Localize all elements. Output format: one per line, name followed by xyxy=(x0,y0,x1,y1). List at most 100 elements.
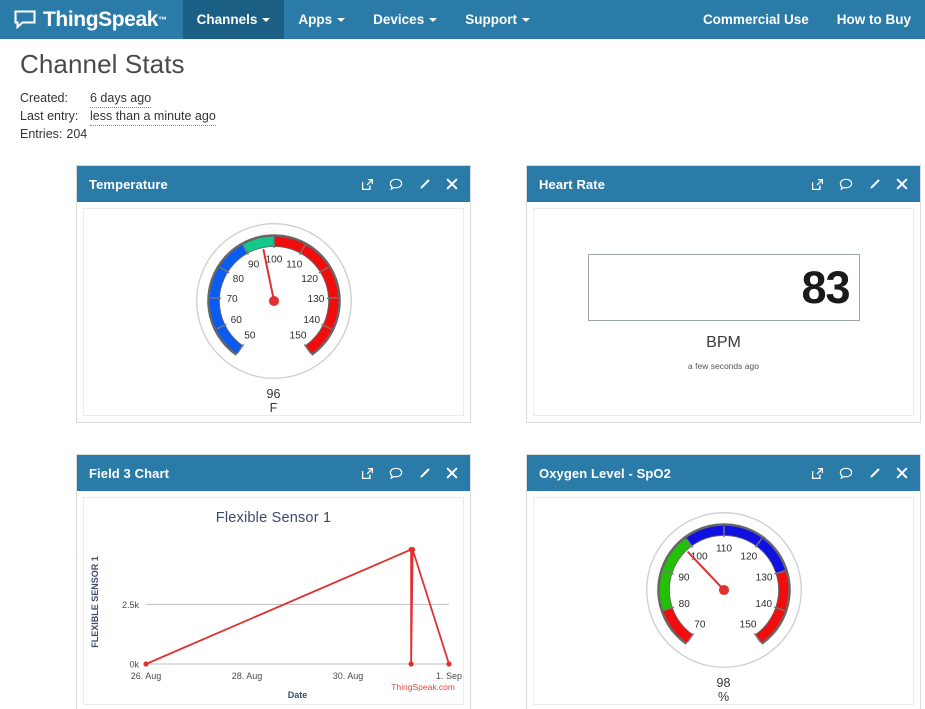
thingspeak-logo[interactable]: ThingSpeak ™ xyxy=(0,0,183,39)
navbar-right-group: Commercial Use How to Buy xyxy=(689,0,925,39)
page-title: Channel Stats xyxy=(20,49,185,79)
nav-item-support[interactable]: Support xyxy=(451,0,544,39)
stat-created: Created: 6 days ago xyxy=(20,90,925,108)
widget-heart-rate: Heart Rate 83 BPM a few seconds ago xyxy=(526,165,921,423)
stat-last-entry: Last entry: less than a minute ago xyxy=(20,108,925,126)
temperature-gauge: 50 60 70 80 90 100 110 120 130 140 150 96 F xyxy=(84,217,463,415)
svg-text:0k: 0k xyxy=(129,660,139,670)
svg-text:140: 140 xyxy=(303,315,320,326)
pencil-edit-icon[interactable] xyxy=(868,467,881,480)
svg-text:70: 70 xyxy=(694,620,706,631)
widget-oxygen-level: Oxygen Level - SpO2 70 80 90 100 110 120 130 14… xyxy=(526,454,921,709)
stat-created-value: 6 days ago xyxy=(90,90,152,108)
nav-item-how-to-buy[interactable]: How to Buy xyxy=(823,0,925,39)
widget-temperature-body: 50 60 70 80 90 100 110 120 130 140 150 96 F xyxy=(83,208,464,416)
external-link-icon[interactable] xyxy=(361,467,374,480)
chart-plot-area: 0k 2.5k 26. Aug 28. Aug 30. Aug 1. Sep Date FLE… xyxy=(90,546,462,700)
brand-trademark: ™ xyxy=(158,14,167,25)
comment-icon[interactable] xyxy=(389,467,403,480)
widget-temperature-title: Temperature xyxy=(89,176,168,192)
nav-label-support: Support xyxy=(465,12,517,27)
svg-text:26. Aug: 26. Aug xyxy=(131,671,162,681)
widget-temperature-header: Temperature xyxy=(77,166,470,202)
widget-field-3-chart-actions xyxy=(361,467,458,480)
close-x-icon[interactable] xyxy=(896,467,908,479)
oxygen-gauge: 70 80 90 100 110 120 130 140 150 98 % xyxy=(534,506,913,704)
nav-item-commercial-use[interactable]: Commercial Use xyxy=(689,0,823,39)
heart-rate-unit: BPM xyxy=(706,333,741,351)
widget-oxygen-level-actions xyxy=(811,467,908,480)
nav-item-channels[interactable]: Channels xyxy=(182,0,285,39)
stat-entries-label: Entries: xyxy=(20,127,63,141)
oxygen-unit: % xyxy=(717,690,730,704)
heart-rate-value: 83 xyxy=(801,261,850,313)
nav-item-devices[interactable]: Devices xyxy=(359,0,451,39)
svg-text:140: 140 xyxy=(755,599,772,610)
svg-text:80: 80 xyxy=(232,274,244,285)
pencil-edit-icon[interactable] xyxy=(418,178,431,191)
pencil-edit-icon[interactable] xyxy=(418,467,431,480)
widget-field-3-chart: Field 3 Chart Flexible Sensor 1 0k 2.5k … xyxy=(76,454,471,709)
svg-text:28. Aug: 28. Aug xyxy=(232,671,263,681)
close-x-icon[interactable] xyxy=(446,178,458,190)
svg-text:130: 130 xyxy=(755,573,772,584)
widget-temperature-actions xyxy=(361,178,458,191)
chevron-down-icon xyxy=(337,17,346,22)
temperature-value: 96 xyxy=(266,387,281,401)
heart-rate-value-box: 83 xyxy=(587,253,860,321)
svg-text:Date: Date xyxy=(288,690,308,700)
heart-rate-timestamp: a few seconds ago xyxy=(688,360,759,371)
page-header: Channel Stats Created: 6 days ago Last e… xyxy=(0,39,925,143)
chart-title: Flexible Sensor 1 xyxy=(215,510,332,526)
widget-heart-rate-header: Heart Rate xyxy=(527,166,920,202)
svg-text:90: 90 xyxy=(248,260,260,271)
widget-field-3-chart-header: Field 3 Chart xyxy=(77,455,470,491)
widget-field-3-chart-title: Field 3 Chart xyxy=(89,465,170,481)
nav-item-apps[interactable]: Apps xyxy=(284,0,359,39)
svg-text:80: 80 xyxy=(678,599,690,610)
svg-text:120: 120 xyxy=(740,551,757,562)
temperature-gauge-readout: 96 F xyxy=(267,387,281,415)
chevron-down-icon xyxy=(429,17,438,22)
comment-icon[interactable] xyxy=(839,178,853,191)
channel-stats-list: Created: 6 days ago Last entry: less tha… xyxy=(20,90,925,143)
pencil-edit-icon[interactable] xyxy=(868,178,881,191)
widget-heart-rate-title: Heart Rate xyxy=(539,176,606,192)
external-link-icon[interactable] xyxy=(811,467,824,480)
svg-text:150: 150 xyxy=(739,620,756,631)
stat-last-entry-label: Last entry: xyxy=(20,109,79,123)
top-navbar: ThingSpeak ™ Channels Apps Devices Suppor… xyxy=(0,0,925,39)
comment-icon[interactable] xyxy=(839,467,853,480)
chevron-down-icon xyxy=(521,17,530,22)
external-link-icon[interactable] xyxy=(361,178,374,191)
widget-heart-rate-body: 83 BPM a few seconds ago xyxy=(533,208,914,416)
stat-entries: Entries: 204 xyxy=(20,126,925,143)
svg-text:1. Sep: 1. Sep xyxy=(436,671,462,681)
close-x-icon[interactable] xyxy=(896,178,908,190)
widget-heart-rate-actions xyxy=(811,178,908,191)
temperature-gauge-dial: 5060 70 80 90 100 110 120 130 140 150 xyxy=(195,223,352,379)
comment-icon[interactable] xyxy=(389,178,403,191)
chat-bubble-icon xyxy=(14,10,36,29)
stat-last-entry-value: less than a minute ago xyxy=(90,108,216,126)
svg-text:150: 150 xyxy=(289,331,306,342)
svg-text:FLEXIBLE SENSOR 1: FLEXIBLE SENSOR 1 xyxy=(90,556,100,648)
chart-watermark: ThingSpeak.com xyxy=(391,682,455,692)
widget-temperature: Temperature 50 60 70 80 90 100 110 120 130 140 150 xyxy=(76,165,471,423)
nav-label-channels: Channels xyxy=(196,12,258,27)
svg-text:2.5k: 2.5k xyxy=(122,600,140,610)
nav-label-devices: Devices xyxy=(373,12,425,27)
flexible-sensor-chart: Flexible Sensor 1 0k 2.5k 26. Aug 28. Aug 30… xyxy=(84,498,463,704)
nav-label-apps: Apps xyxy=(298,12,333,27)
widget-oxygen-level-body: 70 80 90 100 110 120 130 140 150 98 % xyxy=(533,497,914,705)
widget-oxygen-level-title: Oxygen Level - SpO2 xyxy=(539,465,671,481)
svg-text:60: 60 xyxy=(230,315,242,326)
svg-text:30. Aug: 30. Aug xyxy=(333,671,364,681)
oxygen-gauge-readout: 98 % xyxy=(717,676,731,704)
svg-text:90: 90 xyxy=(678,573,690,584)
chevron-down-icon xyxy=(262,17,271,22)
temperature-unit: F xyxy=(269,401,278,415)
close-x-icon[interactable] xyxy=(446,467,458,479)
svg-text:110: 110 xyxy=(286,260,302,271)
external-link-icon[interactable] xyxy=(811,178,824,191)
